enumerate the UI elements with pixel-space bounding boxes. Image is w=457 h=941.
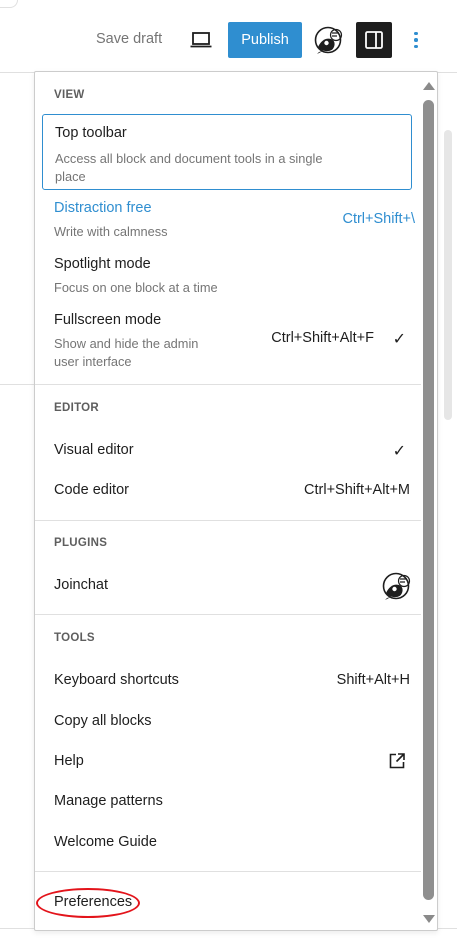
menu-item-description: Write with calmness	[54, 224, 168, 239]
menu-item-keyboard-shortcuts[interactable]: Keyboard shortcuts Shift+Alt+H	[42, 662, 412, 698]
plugins-heading: PLUGINS	[54, 537, 108, 549]
options-dropdown: VIEW Top toolbar Access all block and do…	[34, 71, 438, 931]
laptop-icon	[190, 32, 212, 48]
scroll-thumb[interactable]	[423, 100, 434, 900]
preferences-highlight	[36, 888, 140, 918]
sidebar-toggle-icon	[365, 31, 383, 49]
menu-item-label: Welcome Guide	[54, 834, 157, 850]
tools-heading: TOOLS	[54, 632, 95, 644]
scroll-down-arrow-icon[interactable]	[423, 915, 435, 923]
editor-heading: EDITOR	[54, 402, 100, 414]
menu-item-label: Fullscreen mode	[54, 312, 162, 328]
menu-item-label: Joinchat	[54, 577, 109, 593]
menu-item-shortcut: Ctrl+Shift+Alt+M	[304, 482, 410, 498]
external-link-icon	[389, 753, 405, 769]
joinchat-icon	[382, 572, 411, 600]
save-draft-button[interactable]: Save draft	[96, 31, 162, 47]
menu-item-shortcut: Ctrl+Shift+\	[342, 211, 415, 227]
menu-item-label: Help	[54, 753, 84, 769]
scroll-up-arrow-icon[interactable]	[423, 82, 435, 90]
check-icon: ✓	[392, 443, 406, 460]
menu-item-shortcut: Shift+Alt+H	[336, 672, 410, 688]
menu-item-joinchat[interactable]: Joinchat	[42, 567, 412, 603]
menu-item-label: Manage patterns	[54, 793, 163, 809]
page-scrollbar[interactable]	[444, 130, 452, 420]
menu-item-label: Distraction free	[54, 200, 152, 216]
menu-divider	[35, 871, 421, 872]
menu-item-help[interactable]: Help	[42, 743, 412, 779]
check-icon: ✓	[392, 331, 406, 348]
joinchat-icon	[314, 26, 343, 54]
menu-item-description: Show and hide the admin user interface	[54, 336, 199, 369]
editor-toolbar: Save draft Publish	[0, 22, 457, 58]
menu-item-visual-editor[interactable]: Visual editor ✓	[42, 432, 412, 468]
menu-item-label: Top toolbar	[55, 125, 127, 141]
joinchat-button[interactable]	[314, 25, 344, 55]
menu-item-shortcut: Ctrl+Shift+Alt+F	[271, 330, 374, 346]
menu-item-distraction-free[interactable]: Distraction free Write with calmness Ctr…	[42, 196, 415, 246]
menu-item-manage-patterns[interactable]: Manage patterns	[42, 783, 412, 819]
menu-item-copy-all-blocks[interactable]: Copy all blocks	[42, 703, 412, 739]
menu-item-label: Code editor	[54, 482, 129, 498]
menu-item-spotlight-mode[interactable]: Spotlight mode Focus on one block at a t…	[42, 252, 412, 302]
menu-divider	[35, 614, 421, 615]
menu-item-welcome-guide[interactable]: Welcome Guide	[42, 824, 412, 860]
menu-divider	[35, 384, 421, 385]
vertical-ellipsis-icon	[414, 31, 418, 36]
view-heading: VIEW	[54, 89, 85, 101]
preview-button[interactable]	[186, 28, 216, 52]
menu-item-description: Access all block and document tools in a…	[55, 151, 323, 184]
menu-item-fullscreen-mode[interactable]: Fullscreen mode Show and hide the admin …	[42, 308, 412, 376]
menu-item-top-toolbar[interactable]: Top toolbar Access all block and documen…	[42, 114, 412, 190]
settings-toggle-button[interactable]	[356, 22, 392, 58]
content-divider	[0, 384, 36, 385]
menu-item-label: Keyboard shortcuts	[54, 672, 179, 688]
menu-divider	[35, 520, 421, 521]
menu-item-description: Focus on one block at a time	[54, 280, 218, 295]
menu-item-label: Spotlight mode	[54, 256, 151, 272]
publish-button[interactable]: Publish	[228, 22, 302, 58]
menu-item-label: Visual editor	[54, 442, 134, 458]
editor-corner	[0, 0, 18, 8]
menu-scrollbar[interactable]	[420, 80, 436, 926]
options-menu-button[interactable]	[404, 27, 428, 53]
menu-item-label: Copy all blocks	[54, 713, 152, 729]
menu-item-code-editor[interactable]: Code editor Ctrl+Shift+Alt+M	[42, 472, 412, 508]
